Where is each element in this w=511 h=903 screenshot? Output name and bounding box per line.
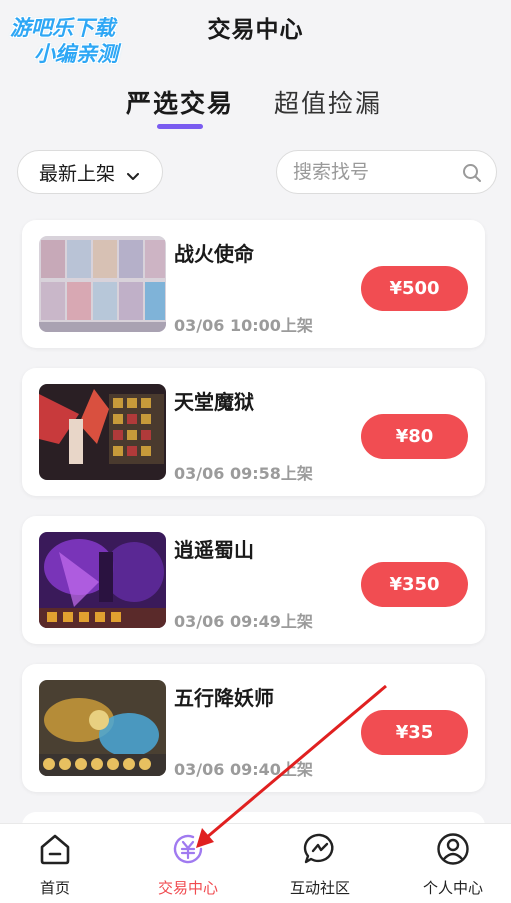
bottom-nav: 首页 交易中心 互动社区 个人中心 — [0, 823, 511, 903]
game-name: 天堂魔狱 — [174, 390, 254, 414]
game-name: 战火使命 — [174, 242, 254, 266]
listed-time: 03/06 09:40上架 — [174, 760, 313, 779]
listing-card[interactable]: 逍遥蜀山 03/06 09:49上架 ¥350 — [22, 516, 485, 644]
game-thumbnail — [39, 680, 166, 776]
search-input[interactable] — [291, 160, 455, 184]
price-button[interactable]: ¥500 — [361, 266, 468, 311]
nav-community[interactable]: 互动社区 — [265, 824, 375, 903]
search-icon[interactable] — [462, 163, 482, 188]
nav-profile[interactable]: 个人中心 — [398, 824, 508, 903]
user-icon — [437, 833, 469, 865]
sort-label: 最新上架 — [39, 162, 116, 185]
nav-home[interactable]: 首页 — [0, 824, 110, 903]
nav-label: 交易中心 — [157, 879, 218, 897]
game-name: 五行降妖师 — [174, 686, 274, 710]
listing-card[interactable]: 天堂魔狱 03/06 09:58上架 ¥80 — [22, 368, 485, 496]
nav-trade-center[interactable]: 交易中心 — [133, 824, 243, 903]
page-title: 交易中心 — [207, 17, 304, 43]
active-tab-indicator — [157, 124, 203, 129]
search-box — [276, 150, 497, 194]
chevron-down-icon — [127, 164, 140, 180]
game-thumbnail — [39, 236, 166, 332]
game-name: 逍遥蜀山 — [174, 538, 254, 562]
sort-dropdown[interactable]: 最新上架 — [17, 150, 163, 194]
nav-label: 首页 — [39, 879, 70, 897]
nav-label: 个人中心 — [422, 879, 483, 897]
listing-card[interactable]: 战火使命 03/06 10:00上架 ¥500 — [22, 220, 485, 348]
listed-time: 03/06 10:00上架 — [174, 316, 313, 335]
listing-card[interactable]: 五行降妖师 03/06 09:40上架 ¥35 — [22, 664, 485, 792]
game-thumbnail — [39, 532, 166, 628]
home-icon — [40, 834, 70, 865]
price-button[interactable]: ¥80 — [361, 414, 468, 459]
nav-label: 互动社区 — [289, 879, 350, 897]
price-button[interactable]: ¥35 — [361, 710, 468, 755]
price-button[interactable]: ¥350 — [361, 562, 468, 607]
tab-selected-trade[interactable]: 严选交易 — [126, 84, 234, 120]
listed-time: 03/06 09:58上架 — [174, 464, 313, 483]
game-thumbnail — [39, 384, 166, 480]
tab-bar: 严选交易 超值捡漏 — [0, 84, 511, 130]
trade-yen-icon — [173, 834, 203, 864]
chat-bubble-icon — [303, 833, 334, 864]
listed-time: 03/06 09:49上架 — [174, 612, 313, 631]
tab-bargain[interactable]: 超值捡漏 — [274, 84, 382, 120]
